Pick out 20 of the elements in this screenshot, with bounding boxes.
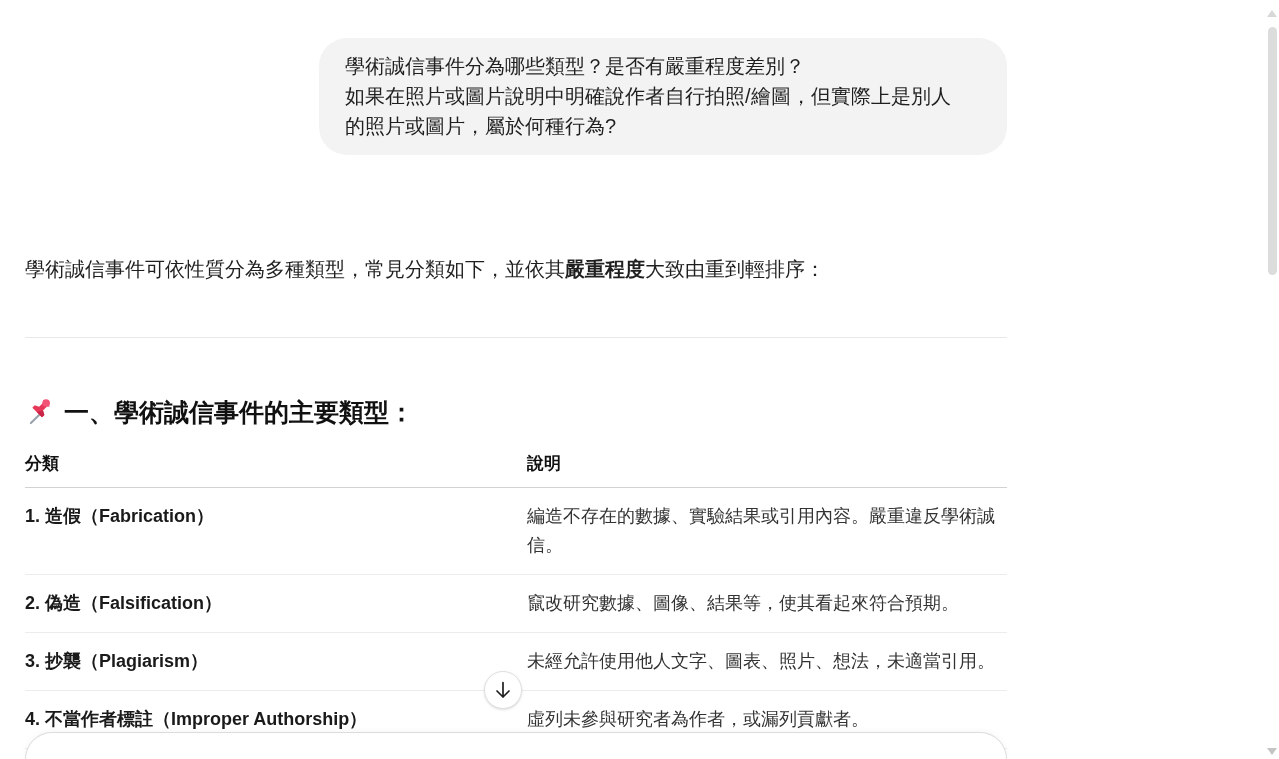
category-text: 4. 不當作者標註（Improper Authorship）: [25, 708, 368, 731]
response-intro-text: 學術誠信事件可依性質分為多種類型，常見分類如下，並依其嚴重程度大致由重到輕排序：: [25, 257, 825, 282]
category-text: 2. 偽造（Falsification）: [25, 592, 223, 615]
section-heading: 一、學術誠信事件的主要類型：: [64, 397, 414, 428]
arrow-down-icon: [493, 680, 513, 700]
description-text: 虛列未參與研究者為作者，或漏列貢獻者。: [527, 708, 869, 731]
column-header: 分類: [25, 454, 59, 474]
scroll-up-arrow-icon[interactable]: [1267, 10, 1277, 17]
scrollbar-thumb[interactable]: [1268, 27, 1277, 275]
description-text: 未經允許使用他人文字、圖表、照片、想法，未適當引用。: [527, 650, 995, 673]
column-header: 說明: [527, 454, 561, 474]
scroll-down-arrow-icon[interactable]: [1267, 748, 1277, 755]
description-text: 竄改研究數據、圖像、結果等，使其看起來符合預期。: [527, 592, 959, 615]
user-message-text: 學術誠信事件分為哪些類型？是否有嚴重程度差別？: [345, 54, 806, 79]
category-text: 3. 抄襲（Plagiarism）: [25, 650, 209, 673]
user-message-text: 如果在照片或圖片說明中明確說作者自行拍照/繪圖，但實際上是別人的照片或圖片，屬於何種行為?: [345, 84, 952, 139]
scroll-down-button[interactable]: [484, 671, 522, 709]
category-text: 1. 造假（Fabrication）: [25, 505, 215, 528]
message-input-field[interactable]: [25, 732, 1007, 759]
description-text: 編造不存在的數據、實驗結果或引用內容。嚴重違反學術誠信。: [527, 505, 996, 557]
